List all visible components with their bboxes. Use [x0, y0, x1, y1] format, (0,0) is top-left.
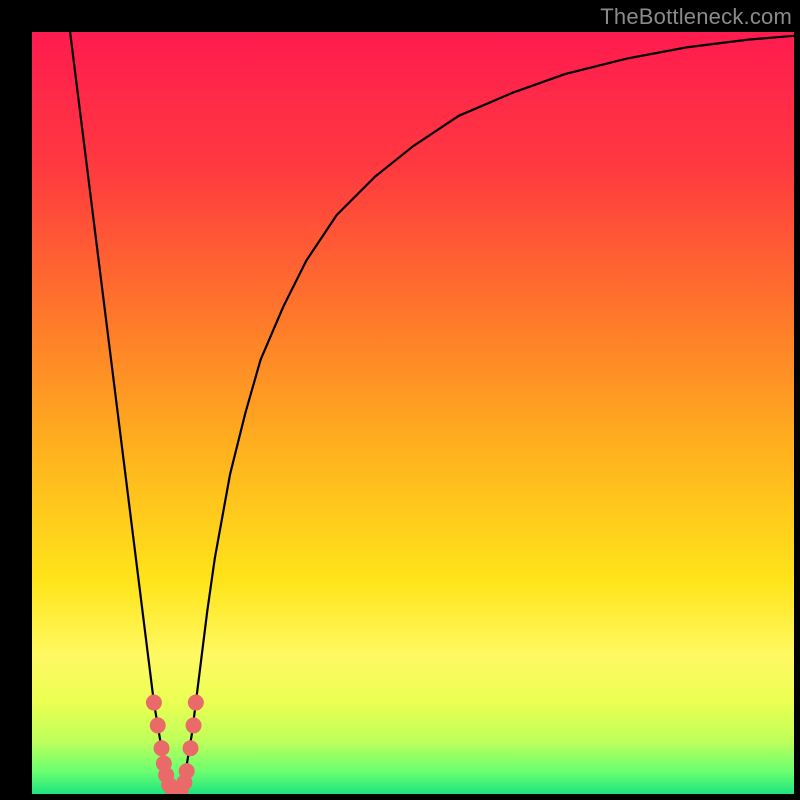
curve-marker: [186, 717, 202, 733]
curve-marker: [146, 695, 162, 711]
plot-area: [32, 32, 794, 794]
curve-marker: [150, 717, 166, 733]
curve-marker: [183, 740, 199, 756]
chart-frame: TheBottleneck.com: [0, 0, 800, 800]
curve-marker: [179, 763, 195, 779]
bottleneck-chart: [32, 32, 794, 794]
watermark-text: TheBottleneck.com: [600, 4, 792, 30]
curve-marker: [188, 695, 204, 711]
curve-marker: [154, 740, 170, 756]
